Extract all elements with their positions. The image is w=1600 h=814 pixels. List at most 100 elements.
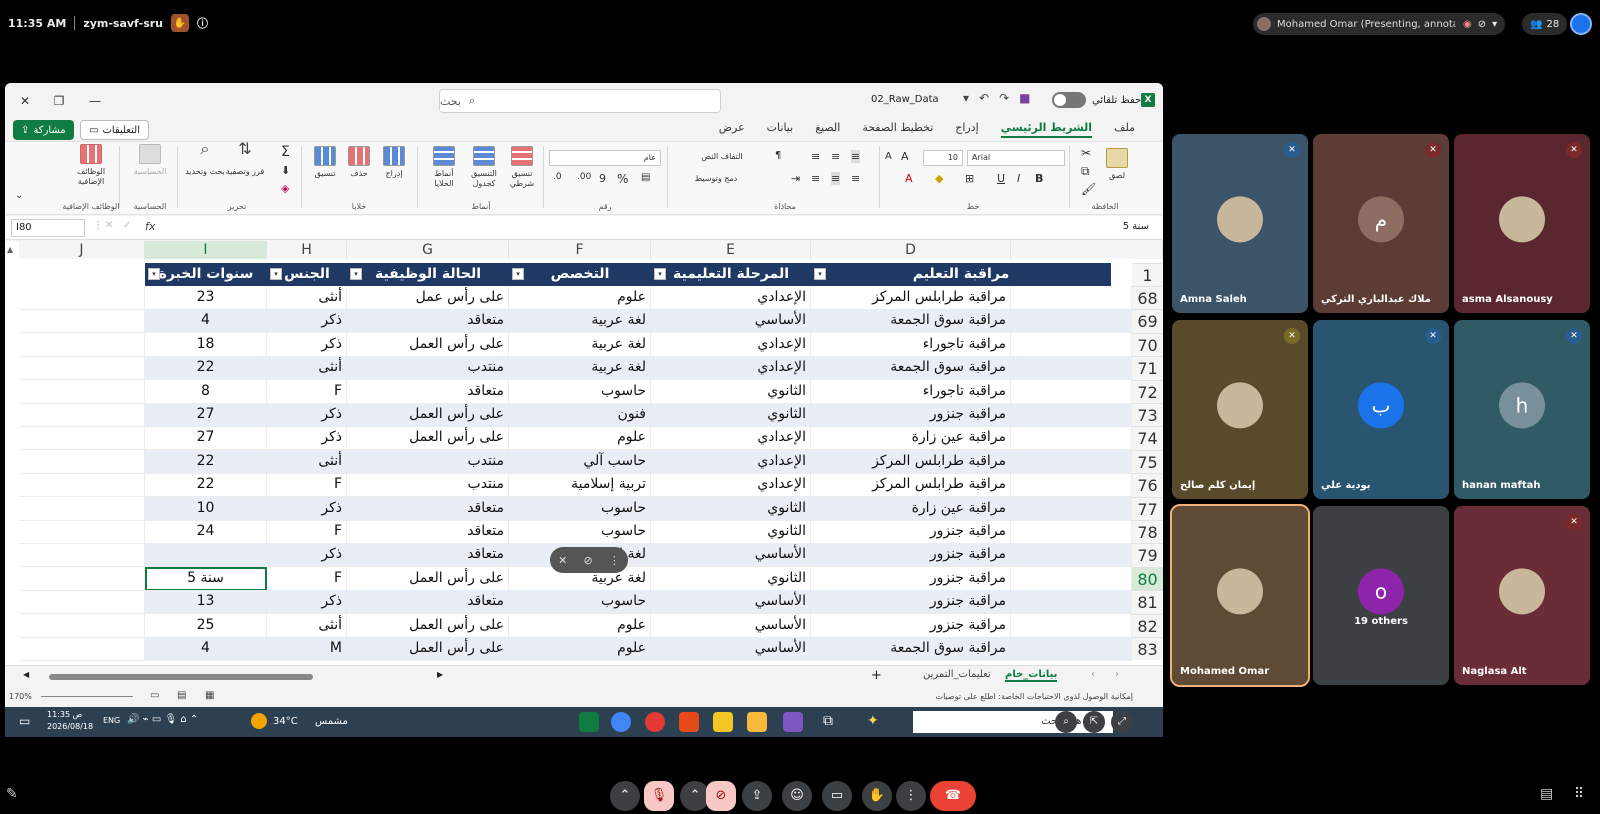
table-cell[interactable]: مراقبة جنزور <box>811 566 1011 591</box>
table-cell[interactable] <box>1011 637 1132 661</box>
normal-view-icon[interactable]: ▦ <box>205 690 214 701</box>
filter-dropdown-icon[interactable]: ▾ <box>350 268 362 280</box>
table-cell[interactable]: على رأس العمل <box>347 613 509 638</box>
table-cell[interactable] <box>1011 496 1132 521</box>
participant-tile[interactable]: ب بودية علي ✕ <box>1313 320 1449 499</box>
table-cell[interactable] <box>19 520 145 544</box>
table-cell[interactable]: F <box>267 379 347 404</box>
emoji-icon[interactable]: ☺ <box>782 781 812 811</box>
sort-filter-button[interactable]: ⇅ فرز وتصفية <box>225 141 265 177</box>
table-cell[interactable]: ذكر <box>267 309 347 334</box>
align-bottom-icon[interactable]: ≡ <box>811 150 820 163</box>
meeting-code[interactable]: zym-savf-sru <box>83 17 163 30</box>
customize-icon[interactable]: ▾ <box>963 91 969 105</box>
table-cell[interactable]: الثانوي <box>651 566 811 591</box>
table-cell[interactable]: علوم <box>509 426 651 451</box>
scroll-right-icon[interactable]: ▶ <box>437 670 443 679</box>
table-cell[interactable]: 8 <box>145 379 267 404</box>
table-cell[interactable]: منتدب <box>347 473 509 498</box>
redo-icon[interactable]: ↷ <box>999 91 1009 105</box>
table-cell[interactable]: أنثى <box>267 613 347 638</box>
more-icon[interactable]: ⋮ <box>93 220 103 231</box>
captions-icon[interactable]: ▭ <box>822 781 852 811</box>
table-cell[interactable]: أنثى <box>267 286 347 310</box>
zoom-icon[interactable]: ⌕ <box>1055 711 1077 733</box>
table-cell[interactable]: مراقبة سوق الجمعة <box>811 309 1011 334</box>
participant-tile[interactable]: Amna Saleh ✕ <box>1172 134 1308 313</box>
indent-icon[interactable]: ⇥ <box>791 172 800 185</box>
table-cell[interactable]: لغة عربية <box>509 309 651 334</box>
name-box[interactable]: I80 <box>11 219 85 237</box>
filter-dropdown-icon[interactable]: ▾ <box>814 268 826 280</box>
table-cell[interactable] <box>1011 332 1132 357</box>
search-input[interactable]: ⌕ بحث <box>439 89 721 113</box>
bold-icon[interactable]: B <box>1035 172 1043 185</box>
notifications-icon[interactable]: ▭ <box>19 714 30 728</box>
table-cell[interactable]: ذكر <box>267 403 347 427</box>
table-cell[interactable]: تربية إسلامية <box>509 473 651 498</box>
table-cell[interactable] <box>1011 309 1132 334</box>
close-icon[interactable]: ✕ <box>17 93 33 109</box>
row-number[interactable]: 70 <box>1132 332 1163 357</box>
table-cell[interactable] <box>19 543 145 568</box>
row-number[interactable]: 71 <box>1132 356 1163 380</box>
more-options-icon[interactable]: ⋮ <box>896 781 926 811</box>
screen-share-controls[interactable]: ◉ ⊘ ▾ <box>1455 13 1506 35</box>
column-header-j[interactable]: J <box>19 241 145 259</box>
row-number[interactable]: 79 <box>1132 543 1163 567</box>
present-icon[interactable]: ⇪ <box>742 781 772 811</box>
table-cell[interactable]: مراقبة تاجوراء <box>811 332 1011 357</box>
filter-dropdown-icon[interactable]: ▾ <box>654 268 666 280</box>
table-cell[interactable]: مراقبة طرابلس المركز <box>811 473 1011 498</box>
table-cell[interactable]: لغة عربية <box>509 332 651 357</box>
table-cell[interactable]: منتدب <box>347 356 509 381</box>
zoom-slider[interactable] <box>41 696 133 697</box>
italic-icon[interactable]: I <box>1017 172 1020 185</box>
tab-view[interactable]: عرض <box>719 121 745 138</box>
table-cell[interactable]: علوم <box>509 613 651 638</box>
camera-off-icon[interactable]: ⊘ <box>706 781 736 811</box>
apps-grid-icon[interactable]: ⠿ <box>1574 786 1584 802</box>
sheet-tab-instructions[interactable]: تعليمات_التمرين <box>923 669 991 680</box>
table-cell[interactable] <box>19 403 145 427</box>
table-cell[interactable]: الثانوي <box>651 496 811 521</box>
percent-icon[interactable]: % <box>617 172 628 186</box>
table-cell[interactable]: الأساسي <box>651 543 811 568</box>
font-name-select[interactable]: Arial <box>967 150 1065 166</box>
zoom-level[interactable]: 170% <box>9 692 32 701</box>
table-cell[interactable]: ذكر <box>267 426 347 451</box>
table-cell[interactable]: الإعدادي <box>651 356 811 381</box>
page-break-view-icon[interactable]: ▤ <box>177 690 186 701</box>
row-number[interactable]: 76 <box>1132 473 1163 497</box>
header-education-office[interactable]: ▾ مراقبة التعليم <box>811 263 1111 286</box>
prev-sheet-icon[interactable]: ‹ <box>1091 669 1095 680</box>
font-size-select[interactable]: 10 <box>923 150 963 166</box>
chevron-down-icon[interactable]: ▾ <box>1492 19 1497 30</box>
table-cell[interactable] <box>1011 520 1132 544</box>
comments-button[interactable]: ▭ التعليقات <box>80 120 149 140</box>
cell-styles-button[interactable]: أنماط الخلايا <box>425 146 463 189</box>
table-cell[interactable] <box>1011 473 1132 498</box>
people-chip[interactable]: 👥 28 <box>1522 13 1568 35</box>
scroll-left-icon[interactable]: ◀ <box>23 670 29 679</box>
row-number[interactable]: 1 <box>1132 263 1163 286</box>
next-sheet-icon[interactable]: › <box>1115 669 1119 680</box>
table-cell[interactable]: 22 <box>145 473 267 498</box>
table-cell[interactable]: لغة عربية <box>509 356 651 381</box>
table-cell[interactable]: حاسوب <box>509 590 651 615</box>
sensitivity-button[interactable]: الحساسية <box>127 144 173 177</box>
participant-tile[interactable]: م ملاك عبدالباري التركي ✕ <box>1313 134 1449 313</box>
table-cell[interactable]: منتدب <box>347 449 509 474</box>
filter-dropdown-icon[interactable]: ▾ <box>270 268 282 280</box>
file-explorer-icon[interactable] <box>747 712 767 732</box>
table-cell[interactable] <box>19 590 145 615</box>
table-cell[interactable]: مراقبة عين زارة <box>811 496 1011 521</box>
underline-icon[interactable]: U <box>997 172 1005 185</box>
header-experience[interactable]: ▾ سنوات الخبرة <box>145 263 267 286</box>
table-cell[interactable]: على رأس العمل <box>347 403 509 427</box>
table-cell[interactable]: F <box>267 566 347 591</box>
copy-icon[interactable]: ⧉ <box>1081 164 1090 179</box>
find-select-button[interactable]: ⌕ بحث وتحديد <box>185 141 225 177</box>
comma-icon[interactable]: 9 <box>599 172 606 185</box>
open-external-icon[interactable]: ⇱ <box>1083 711 1105 733</box>
